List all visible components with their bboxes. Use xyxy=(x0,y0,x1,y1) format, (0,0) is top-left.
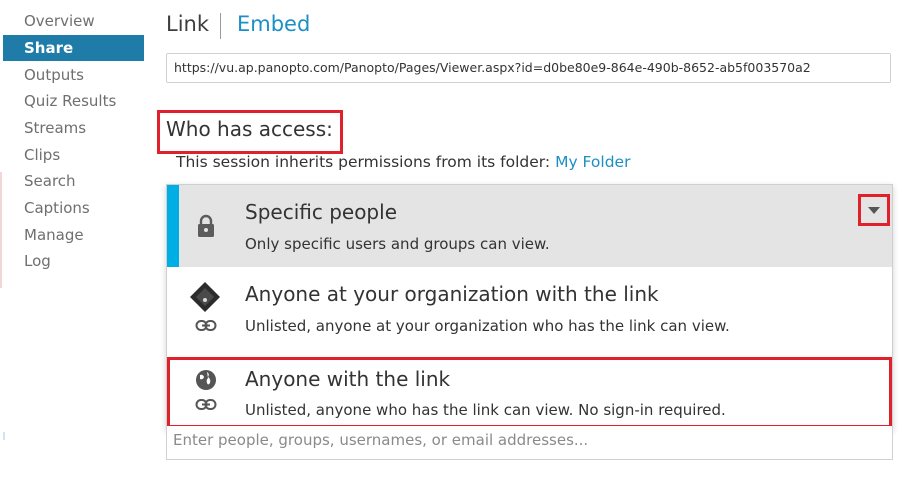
inherit-note: This session inherits permissions from i… xyxy=(176,153,630,171)
option-specific-people[interactable]: Specific people Only specific users and … xyxy=(167,185,892,267)
sidebar-item-outputs[interactable]: Outputs xyxy=(3,62,144,88)
option-description: Unlisted, anyone at your organization wh… xyxy=(245,317,730,335)
sidebar-item-quiz-results[interactable]: Quiz Results xyxy=(3,88,144,114)
dropdown-toggle-button[interactable] xyxy=(858,194,890,226)
sidebar: Overview Share Outputs Quiz Results Stre… xyxy=(0,0,150,498)
who-has-access-heading: Who has access: xyxy=(166,117,333,141)
sidebar-item-manage[interactable]: Manage xyxy=(3,222,144,248)
sidebar-item-streams[interactable]: Streams xyxy=(3,115,144,141)
sidebar-item-share[interactable]: Share xyxy=(3,35,144,61)
share-url-field[interactable]: https://vu.ap.panopto.com/Panopto/Pages/… xyxy=(166,53,891,83)
chevron-down-icon xyxy=(868,207,880,214)
globe-icon xyxy=(196,370,216,390)
sidebar-item-overview[interactable]: Overview xyxy=(3,8,144,34)
option-description: Unlisted, anyone who has the link can vi… xyxy=(245,401,726,419)
sidebar-item-log[interactable]: Log xyxy=(3,248,144,274)
tab-embed[interactable]: Embed xyxy=(237,12,310,36)
option-anyone-organization[interactable]: Anyone at your organization with the lin… xyxy=(167,267,892,349)
option-anyone-with-link[interactable]: Anyone with the link Unlisted, anyone wh… xyxy=(167,349,892,431)
sidebar-item-search[interactable]: Search xyxy=(3,168,144,194)
people-input-placeholder: Enter people, groups, usernames, or emai… xyxy=(173,431,589,449)
tab-separator xyxy=(220,13,221,39)
link-icon xyxy=(195,320,217,331)
lock-icon xyxy=(198,214,214,237)
people-search-input[interactable]: Enter people, groups, usernames, or emai… xyxy=(166,426,893,460)
access-dropdown: Specific people Only specific users and … xyxy=(166,184,893,430)
sidebar-scroll-mark xyxy=(3,432,5,440)
my-folder-link[interactable]: My Folder xyxy=(555,153,630,171)
link-icon xyxy=(195,399,217,410)
sidebar-item-captions[interactable]: Captions xyxy=(3,195,144,221)
option-title: Anyone at your organization with the lin… xyxy=(245,282,659,306)
sidebar-edge-mark xyxy=(0,172,2,288)
tab-link[interactable]: Link xyxy=(166,12,209,36)
option-description: Only specific users and groups can view. xyxy=(245,235,550,253)
organization-icon xyxy=(190,282,220,312)
sidebar-item-clips[interactable]: Clips xyxy=(3,142,144,168)
option-title: Anyone with the link xyxy=(245,367,451,391)
selected-indicator xyxy=(167,185,179,267)
inherit-text: This session inherits permissions from i… xyxy=(176,153,551,171)
option-title: Specific people xyxy=(245,200,397,224)
